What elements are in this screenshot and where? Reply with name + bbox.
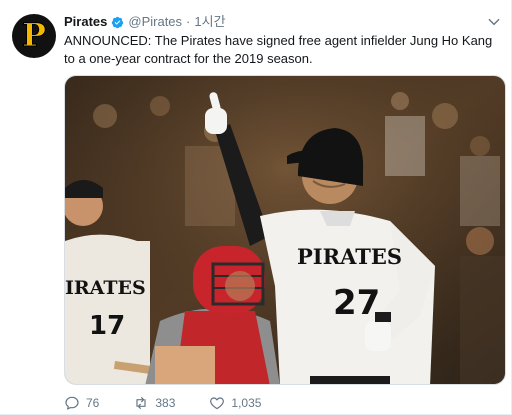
svg-text:PIRATES: PIRATES — [297, 244, 402, 269]
retweet-button[interactable]: 383 — [133, 395, 175, 411]
tweet-text: ANNOUNCED: The Pirates have signed free … — [64, 33, 493, 66]
svg-text:17: 17 — [89, 311, 125, 341]
tweet-timestamp[interactable]: 1시간 — [194, 14, 225, 30]
tweet-card[interactable]: P Pirates @Pirates · 1시간 ANNOUNCED: The … — [0, 0, 512, 415]
avatar[interactable]: P — [12, 14, 56, 58]
separator-dot: · — [186, 14, 191, 29]
like-count: 1,035 — [231, 396, 262, 410]
tweet-header: Pirates @Pirates · 1시간 — [64, 14, 226, 30]
account-handle[interactable]: @Pirates — [128, 14, 182, 30]
svg-text:27: 27 — [333, 283, 380, 323]
reply-count: 76 — [86, 396, 100, 410]
chevron-down-icon[interactable] — [487, 15, 501, 29]
verified-badge-icon — [112, 16, 124, 28]
reply-button[interactable]: 76 — [64, 395, 99, 411]
tweet-photo[interactable]: IRATES 17 PIRATES 27 — [64, 75, 506, 385]
like-button[interactable]: 1,035 — [209, 395, 261, 411]
account-name[interactable]: Pirates — [64, 14, 107, 30]
retweet-icon — [136, 397, 146, 409]
svg-text:IRATES: IRATES — [65, 277, 146, 299]
avatar-logo: P — [21, 16, 47, 54]
heart-icon — [210, 397, 225, 410]
baseball-photo: IRATES 17 PIRATES 27 — [65, 76, 505, 384]
retweet-count: 383 — [155, 396, 176, 410]
tweet-actions: 76 383 1,035 — [64, 395, 295, 411]
reply-icon — [65, 396, 79, 410]
